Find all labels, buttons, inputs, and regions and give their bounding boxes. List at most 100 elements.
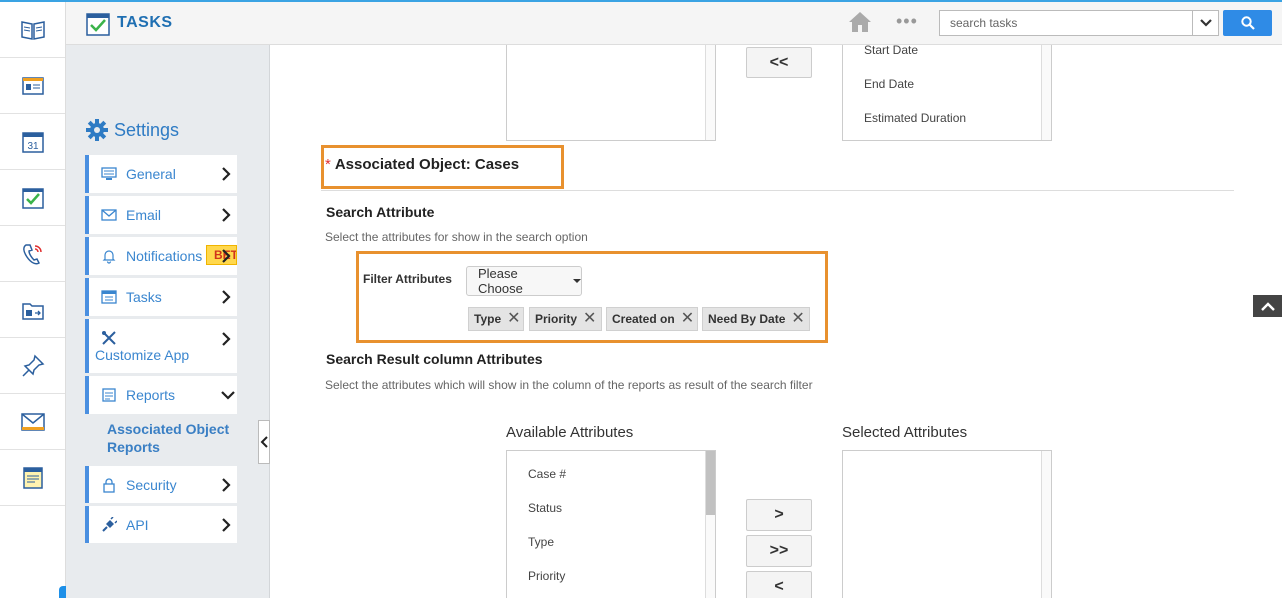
tasks-app-icon: [86, 13, 110, 36]
search-dropdown-toggle[interactable]: [1192, 11, 1218, 35]
settings-title: Settings: [114, 119, 180, 140]
rail-item-tasks[interactable]: [0, 170, 65, 226]
tag-label: Type: [474, 312, 502, 326]
search-icon: [1240, 16, 1255, 30]
chevron-down-icon: [221, 391, 235, 400]
list-item[interactable]: Status: [528, 501, 562, 515]
tools-icon: [102, 331, 116, 345]
chevron-right-icon: [222, 208, 231, 222]
listbox-scrollbar[interactable]: [705, 451, 715, 598]
notes-icon: [22, 466, 43, 489]
top-selected-listbox[interactable]: Start Date End Date Estimated Duration: [842, 43, 1052, 141]
remove-tag-icon[interactable]: ✕: [507, 311, 520, 327]
move-all-left-button[interactable]: <<: [746, 47, 812, 78]
move-all-right-button[interactable]: >>: [746, 535, 812, 567]
rail-item-calendar[interactable]: 31: [0, 114, 65, 170]
more-options-icon[interactable]: •••: [896, 11, 918, 32]
rail-item-contacts[interactable]: [0, 58, 65, 114]
filter-attributes-dropdown[interactable]: Please Choose: [466, 266, 582, 296]
attribute-tag: Priority ✕: [529, 307, 602, 331]
chevron-right-icon: [222, 167, 231, 181]
rail-item-contacts-folder[interactable]: [0, 282, 65, 338]
search-input[interactable]: [940, 11, 1192, 35]
sidebar-item-label: Reports: [126, 387, 176, 403]
list-item[interactable]: Estimated Duration: [864, 111, 966, 125]
scrollbar-thumb[interactable]: [706, 451, 715, 515]
move-right-button[interactable]: >: [746, 499, 812, 531]
remove-tag-icon[interactable]: ✕: [583, 311, 596, 327]
sidebar-item-api[interactable]: API: [85, 506, 237, 543]
attribute-tag: Type ✕: [468, 307, 524, 331]
rail-item-books[interactable]: [0, 2, 65, 58]
move-left-button[interactable]: <: [746, 571, 812, 598]
sidebar-item-label: General: [126, 166, 176, 182]
listbox-scrollbar[interactable]: [705, 45, 715, 140]
app-header: TASKS •••: [66, 2, 1282, 45]
sidebar-item-label: API: [126, 516, 149, 533]
remove-tag-icon[interactable]: ✕: [791, 311, 804, 327]
chevron-right-icon: [222, 249, 231, 263]
envelope-icon: [101, 209, 117, 221]
sidebar-subitem-associated-object-reports[interactable]: Associated Object Reports: [107, 420, 247, 456]
scroll-to-top-button[interactable]: [1253, 295, 1282, 317]
top-available-listbox[interactable]: [506, 45, 716, 141]
sidebar-item-label: Security: [126, 476, 177, 493]
rail-item-pin[interactable]: [0, 338, 65, 394]
home-icon[interactable]: [848, 11, 872, 33]
sidebar-item-notifications[interactable]: Notifications BETA: [85, 237, 237, 275]
contacts-folder-icon: [21, 302, 44, 320]
sidebar-item-general[interactable]: General: [85, 155, 237, 193]
listbox-scrollbar[interactable]: [1041, 451, 1051, 598]
caret-down-icon: [573, 279, 581, 283]
gear-icon: [86, 119, 108, 141]
sidebar-item-reports[interactable]: Reports: [85, 376, 237, 414]
search-attribute-description: Select the attributes for show in the se…: [325, 230, 588, 244]
sidebar-item-label: Customize App: [95, 347, 190, 363]
search-result-description: Select the attributes which will show in…: [325, 378, 813, 392]
available-attributes-title: Available Attributes: [506, 424, 634, 441]
listbox-scrollbar[interactable]: [1041, 45, 1051, 140]
sidebar-item-tasks[interactable]: Tasks: [85, 278, 237, 316]
tag-label: Created on: [612, 312, 675, 326]
contacts-card-icon: [21, 76, 44, 95]
associated-object-title: * Associated Object: Cases: [325, 156, 519, 173]
available-attributes-listbox[interactable]: Case # Status Type Priority: [506, 450, 716, 598]
list-item[interactable]: End Date: [864, 77, 914, 91]
sidebar-item-email[interactable]: Email: [85, 196, 237, 234]
app-title: TASKS: [117, 14, 173, 31]
dropdown-value: Please Choose: [478, 266, 523, 296]
chevron-down-icon: [1199, 19, 1212, 27]
chevron-right-icon: [222, 517, 231, 532]
list-item[interactable]: Start Date: [864, 43, 918, 57]
list-item[interactable]: Case #: [528, 467, 566, 481]
filter-attributes-label: Filter Attributes: [363, 272, 452, 286]
chevron-up-icon: [1260, 301, 1275, 311]
sidebar-item-label: Notifications: [126, 248, 203, 264]
section-divider: [321, 190, 1234, 191]
tag-label: Priority: [535, 312, 578, 326]
mail-icon: [20, 412, 45, 431]
chevron-right-icon: [222, 290, 231, 304]
list-item[interactable]: Priority: [528, 569, 565, 583]
remove-tag-icon[interactable]: ✕: [681, 311, 694, 327]
chevron-right-icon: [222, 477, 231, 492]
reports-icon: [102, 388, 116, 402]
calendar-icon: 31: [21, 131, 44, 153]
rail-item-notes[interactable]: [0, 450, 65, 506]
associated-object-label: Associated Object: Cases: [334, 156, 520, 173]
search-button[interactable]: [1223, 10, 1272, 36]
tag-label: Need By Date: [708, 312, 786, 326]
sidebar-item-security[interactable]: Security: [85, 466, 237, 503]
sidebar-item-customize-app[interactable]: Customize App: [85, 319, 237, 373]
svg-text:31: 31: [27, 141, 39, 152]
rail-item-mail[interactable]: [0, 394, 65, 450]
selected-attributes-listbox[interactable]: [842, 450, 1052, 598]
collapse-sidebar-toggle[interactable]: [258, 420, 270, 464]
pin-icon: [21, 354, 44, 377]
tasks-list-icon: [101, 290, 117, 304]
search-result-title: Search Result column Attributes: [326, 351, 543, 367]
chevron-left-icon: [260, 436, 268, 448]
sidebar-item-label: Tasks: [126, 289, 162, 305]
list-item[interactable]: Type: [528, 535, 554, 549]
rail-item-phone[interactable]: [0, 226, 65, 282]
